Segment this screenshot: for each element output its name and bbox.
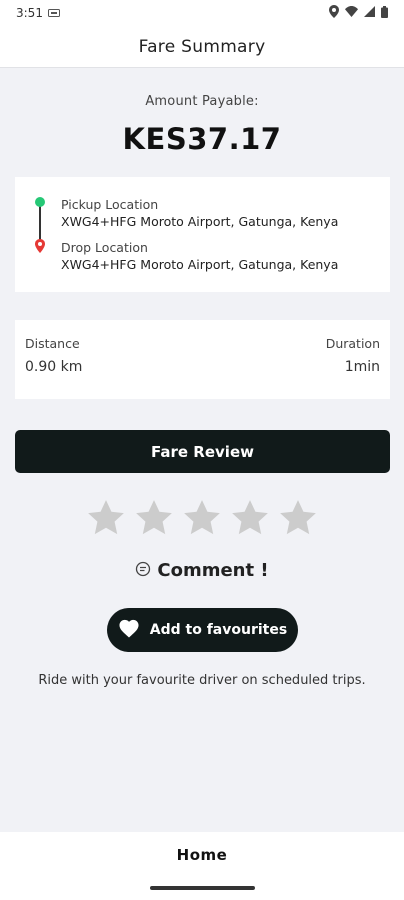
bottom-nav: Home xyxy=(0,832,404,900)
fare-review-button[interactable]: Fare Review xyxy=(15,430,390,473)
star-icon[interactable] xyxy=(85,497,127,539)
pickup-dot-icon xyxy=(35,197,45,207)
home-tab[interactable]: Home xyxy=(0,846,404,864)
comment-label: Comment ! xyxy=(157,560,269,581)
trip-details-card: Distance 0.90 km Duration 1min xyxy=(15,320,390,399)
comment-button[interactable]: Comment ! xyxy=(0,560,404,581)
star-icon[interactable] xyxy=(133,497,175,539)
gesture-handle[interactable] xyxy=(150,886,255,890)
duration-value: 1min xyxy=(344,359,380,375)
route-connector-line xyxy=(39,202,41,242)
comment-icon xyxy=(135,561,151,581)
status-time: 3:51 xyxy=(16,6,43,20)
amount-value: KES37.17 xyxy=(122,122,282,156)
route-card: Pickup Location XWG4+HFG Moroto Airport,… xyxy=(15,177,390,292)
drop-pin-icon xyxy=(35,239,45,253)
star-icon[interactable] xyxy=(229,497,271,539)
sim-icon xyxy=(47,6,60,20)
drop-address: XWG4+HFG Moroto Airport, Gatunga, Kenya xyxy=(61,257,339,272)
duration-cell: Duration 1min xyxy=(326,336,380,375)
distance-label: Distance xyxy=(25,336,80,351)
distance-value: 0.90 km xyxy=(25,359,83,375)
add-to-favourites-button[interactable]: Add to favourites xyxy=(107,608,298,652)
wifi-icon xyxy=(345,6,358,20)
location-icon xyxy=(329,5,339,21)
pickup-label: Pickup Location xyxy=(61,197,159,212)
drop-label: Drop Location xyxy=(61,240,148,255)
star-icon[interactable] xyxy=(277,497,319,539)
duration-label: Duration xyxy=(325,336,380,351)
star-rating xyxy=(0,497,404,539)
signal-icon xyxy=(364,6,375,20)
distance-cell: Distance 0.90 km xyxy=(25,336,82,375)
status-bar: 3:51 xyxy=(0,0,404,26)
favourites-hint: Ride with your favourite driver on sched… xyxy=(38,673,366,688)
app-header: Fare Summary xyxy=(0,26,404,68)
heart-icon xyxy=(118,618,140,642)
pickup-address: XWG4+HFG Moroto Airport, Gatunga, Kenya xyxy=(61,214,339,229)
amount-label: Amount Payable: xyxy=(145,94,259,109)
star-icon[interactable] xyxy=(181,497,223,539)
fare-review-label: Fare Review xyxy=(151,442,254,461)
page-title: Fare Summary xyxy=(138,36,266,57)
add-to-favourites-label: Add to favourites xyxy=(149,622,288,638)
battery-icon xyxy=(381,5,388,21)
